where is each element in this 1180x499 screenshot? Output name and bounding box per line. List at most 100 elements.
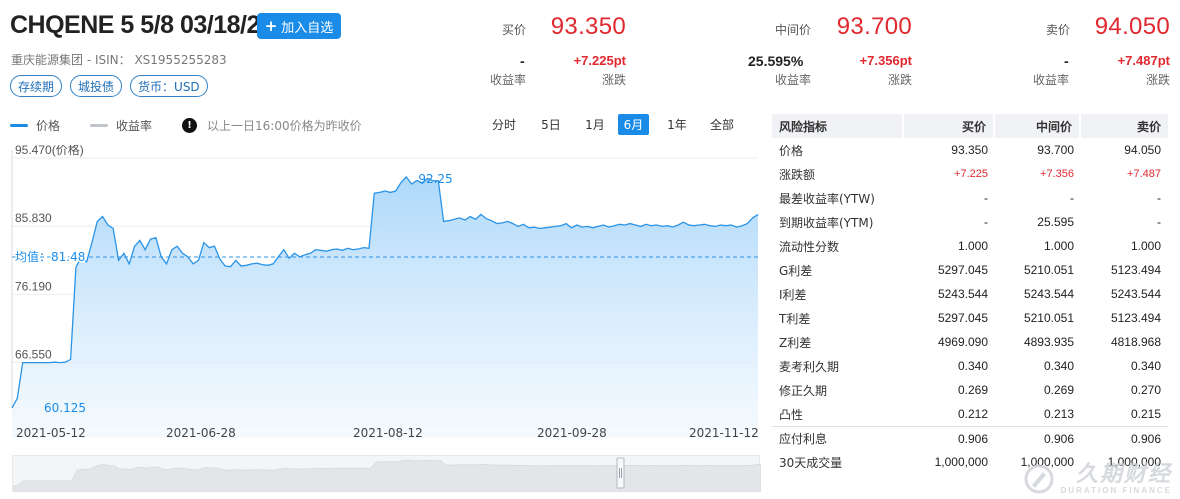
ask-value-cell: 5243.544 [1110,287,1161,301]
y-tick-label: 76.190 [15,279,52,293]
bid-price: 93.350 [550,13,626,40]
tag-currency[interactable]: 货币：USD [130,75,208,97]
period-tab[interactable]: 5日 [530,114,572,135]
legend-price-label: 价格 [36,119,61,133]
x-tick-label: 2021-09-28 [537,426,607,440]
header-ask: 卖价 [1081,114,1168,138]
price-line-swatch [10,124,28,127]
legend-yield[interactable]: 收益率 [90,117,152,134]
metric-name-cell: 到期收益率(YTM) [779,215,874,230]
x-tick-label: 2021-08-12 [353,426,423,440]
quote-ask: 卖价 94.050 - +7.487pt 收益率 涨跌 [1030,10,1172,90]
duration-finance-watermark: 久期财经 DURATION FINANCE [1023,463,1172,495]
navigator-svg [12,457,762,493]
metric-name-cell: 30天成交量 [779,455,843,470]
min-value-label: 60.125 [44,401,86,415]
price-area [12,176,758,438]
ask-value-cell: 0.906 [1081,426,1168,450]
period-tab[interactable]: 分时 [486,114,522,135]
bid-value-cell: 0.212 [957,407,988,421]
ask-label: 卖价 [1046,23,1071,37]
ask-value-cell: 5123.494 [1110,263,1161,277]
mid-label: 中间价 [775,23,812,37]
price-chart[interactable]: 95.470(价格) 85.830 76.190 66.550 均值：81.48 92… [0,142,764,445]
mid-value-cell: - [1070,191,1074,205]
mid-value-cell: 25.595 [1037,215,1074,229]
close-price-note: 以上一日16:00价格为昨收价 [207,119,362,133]
table-row: 修正久期 0.269 0.269 0.270 [772,378,1168,402]
mid-yield: 25.595% [748,53,804,69]
mid-change-label: 涨跌 [887,73,912,87]
table-row: 涨跌额 +7.225 +7.356 +7.487 [772,162,1168,186]
tag-status[interactable]: 存续期 [10,75,63,97]
ask-value-cell: 0.270 [1130,383,1161,397]
header-bid: 买价 [904,114,995,138]
bid-value-cell: 5297.045 [937,263,988,277]
x-tick-label: 2021-11-12 [689,426,759,440]
max-value-label: 92.25 [418,172,452,186]
metric-name-cell: Z利差 [779,335,812,350]
bid-yield-label: 收益率 [490,73,527,87]
table-row: 应付利息 0.906 0.906 0.906 [772,426,1168,450]
table-row: G利差 5297.045 5210.051 5123.494 [772,258,1168,282]
mid-value-cell: 5210.051 [1023,311,1074,325]
ask-value-cell: 94.050 [1124,143,1161,157]
table-row: 流动性分数 1.000 1.000 1.000 [772,234,1168,258]
period-tab[interactable]: 6月 [618,114,649,135]
legend-price[interactable]: 价格 [10,117,60,134]
ask-yield: - [1064,53,1069,69]
price-chart-svg: 95.470(价格) 85.830 76.190 66.550 均值：81.48 92… [11,142,759,438]
plus-icon: + [264,16,278,35]
metric-name-cell: 涨跌额 [779,167,816,182]
period-tab[interactable]: 全部 [707,114,737,135]
bid-value-cell: +7.225 [954,168,988,180]
x-tick-label: 2021-06-28 [166,426,236,440]
y-tick-label: 66.550 [15,348,52,362]
y-tick-label: 95.470(价格) [15,145,84,157]
table-row: 凸性 0.212 0.213 0.215 [772,402,1168,426]
mid-value-cell: 0.213 [1043,407,1074,421]
range-navigator[interactable] [12,455,762,493]
mid-value-cell: 5210.051 [1023,263,1074,277]
mid-value-cell: 0.906 [995,426,1081,450]
mid-value-cell: 0.269 [1043,383,1074,397]
bid-label: 买价 [502,23,527,37]
mid-price: 93.700 [836,13,912,40]
ask-value-cell: 1.000 [1130,239,1161,253]
header-mid: 中间价 [995,114,1081,138]
tag-category[interactable]: 城投债 [70,75,123,97]
bond-tags: 存续期 城投债 货币：USD [10,75,208,97]
bid-value-cell: 0.340 [957,359,988,373]
ask-price: 94.050 [1094,13,1170,40]
watermark-en: DURATION FINANCE [1060,485,1172,495]
table-header-row: 风险指标 买价 中间价 卖价 [772,114,1168,138]
x-tick-label: 2021-05-12 [16,426,86,440]
add-to-watchlist-button[interactable]: + 加入自选 [257,13,341,39]
ask-value-cell: 0.340 [1130,359,1161,373]
ask-change-label: 涨跌 [1145,73,1170,87]
mid-yield-label: 收益率 [775,73,812,87]
metric-name-cell: I利差 [779,287,807,302]
bid-value-cell: 1,000,000 [934,455,988,469]
table-row: 麦考利久期 0.340 0.340 0.340 [772,354,1168,378]
bid-value-cell: 0.269 [957,383,988,397]
ask-change: +7.487pt [1117,53,1170,68]
ask-value-cell: 4818.968 [1110,335,1161,349]
navigator-handle[interactable] [616,457,625,489]
ask-value-cell: - [1157,215,1161,229]
bond-title: CHQENE 5 5/8 03/18/22 [10,11,274,39]
mid-value-cell: 1.000 [1043,239,1074,253]
period-tab[interactable]: 1年 [664,114,690,135]
legend-yield-label: 收益率 [116,119,153,133]
period-tab[interactable]: 1月 [582,114,608,135]
bid-value-cell: - [984,215,988,229]
info-icon[interactable]: ! [182,118,198,133]
bid-change-label: 涨跌 [601,73,626,87]
period-tabs: 分时 5日 1月 6月 1年 全部 [486,114,737,135]
metric-name-cell: 流动性分数 [779,239,840,254]
ask-value-cell: +7.487 [1127,168,1161,180]
metric-name-cell: 价格 [779,143,804,158]
ask-yield-label: 收益率 [1033,73,1070,87]
chart-legend: 价格 收益率 ! 以上一日16:00价格为昨收价 [10,117,362,134]
ask-value-cell: 0.215 [1130,407,1161,421]
